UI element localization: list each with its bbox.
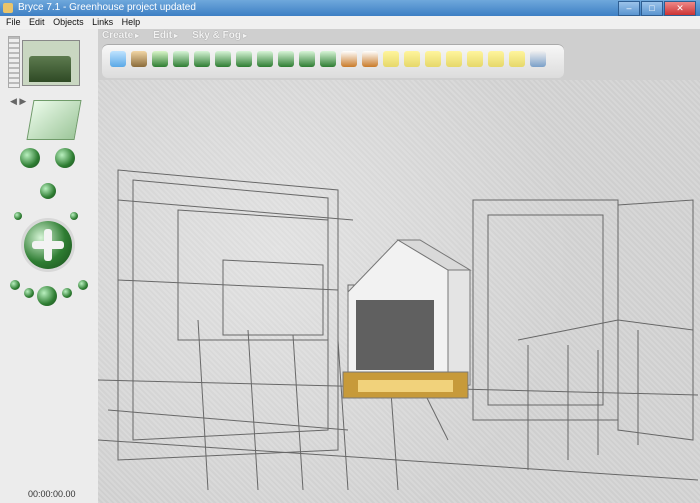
view-cube-control[interactable] bbox=[26, 100, 82, 140]
camera-small-icon[interactable] bbox=[14, 212, 22, 220]
render-dot-icon[interactable] bbox=[10, 280, 20, 290]
light-icon[interactable] bbox=[341, 51, 357, 67]
rock-icon[interactable] bbox=[173, 51, 189, 67]
render-button-icon[interactable] bbox=[37, 286, 57, 306]
menu-links[interactable]: Links bbox=[92, 16, 113, 29]
pyramid-icon[interactable] bbox=[278, 51, 294, 67]
tab-sky-fog[interactable]: Sky & Fog ▸ bbox=[192, 30, 247, 41]
materials-icon[interactable] bbox=[446, 51, 462, 67]
materials-icon[interactable] bbox=[383, 51, 399, 67]
time-display: 00:00:00.00 bbox=[28, 489, 76, 499]
sphere-light-icon[interactable] bbox=[362, 51, 378, 67]
menu-help[interactable]: Help bbox=[122, 16, 141, 29]
menu-file[interactable]: File bbox=[6, 16, 21, 29]
materials-icon[interactable] bbox=[488, 51, 504, 67]
camera-small-icon[interactable] bbox=[70, 212, 78, 220]
menu-objects[interactable]: Objects bbox=[53, 16, 84, 29]
render-dot-icon[interactable] bbox=[78, 280, 88, 290]
torus-icon[interactable] bbox=[215, 51, 231, 67]
title-bar: Bryce 7.1 - Greenhouse project updated –… bbox=[0, 0, 700, 16]
cube-icon[interactable] bbox=[236, 51, 252, 67]
camera-zoom-icon[interactable] bbox=[40, 183, 56, 199]
cylinder-icon[interactable] bbox=[299, 51, 315, 67]
bryce-app-icon bbox=[3, 3, 13, 13]
camera-pan-icon[interactable] bbox=[55, 148, 75, 168]
minimize-button[interactable]: – bbox=[618, 1, 640, 16]
menu-edit[interactable]: Edit bbox=[29, 16, 45, 29]
materials-icon[interactable] bbox=[425, 51, 441, 67]
sphere-icon[interactable] bbox=[194, 51, 210, 67]
cone-icon[interactable] bbox=[257, 51, 273, 67]
terrain-icon[interactable] bbox=[131, 51, 147, 67]
tab-create[interactable]: Create ▸ bbox=[102, 30, 139, 41]
close-button[interactable]: ✕ bbox=[664, 1, 696, 16]
disk-icon[interactable] bbox=[320, 51, 336, 67]
tree-icon[interactable] bbox=[152, 51, 168, 67]
camera-icon[interactable] bbox=[530, 51, 546, 67]
menu-bar: File Edit Objects Links Help bbox=[0, 16, 700, 30]
materials-icon[interactable] bbox=[509, 51, 525, 67]
preview-image bbox=[29, 56, 71, 82]
cross-horizontal bbox=[32, 241, 64, 249]
materials-icon[interactable] bbox=[467, 51, 483, 67]
camera-trackball-icon[interactable] bbox=[20, 148, 40, 168]
tab-edit[interactable]: Edit ▸ bbox=[153, 30, 178, 41]
camera-cross-control[interactable] bbox=[24, 221, 72, 269]
render-dot-icon[interactable] bbox=[24, 288, 34, 298]
window-title: Bryce 7.1 - Greenhouse project updated bbox=[18, 2, 196, 13]
wireframe-scene bbox=[98, 169, 699, 491]
view-arrows-icon[interactable]: ◀ ▶ bbox=[10, 96, 26, 107]
water-plane-icon[interactable] bbox=[110, 51, 126, 67]
render-dot-icon[interactable] bbox=[62, 288, 72, 298]
palette-tabs: Create ▸ Edit ▸ Sky & Fog ▸ bbox=[102, 30, 247, 41]
create-palette bbox=[102, 44, 564, 78]
greenhouse-render bbox=[342, 239, 472, 399]
nano-preview[interactable] bbox=[22, 40, 80, 86]
maximize-button[interactable]: □ bbox=[641, 1, 663, 16]
zoom-slider[interactable] bbox=[8, 36, 20, 88]
materials-icon[interactable] bbox=[404, 51, 420, 67]
